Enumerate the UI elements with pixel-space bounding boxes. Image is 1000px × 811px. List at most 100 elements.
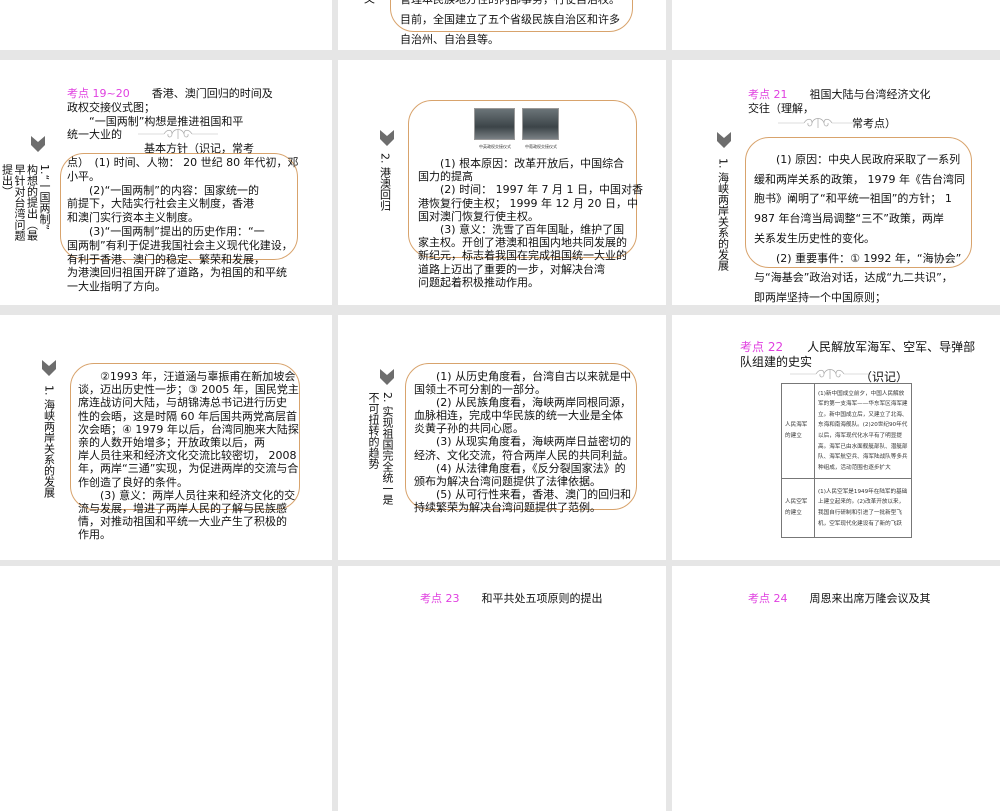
slide-thumbnail[interactable]: 2. 港澳回归 中英政权交接仪式 中葡政权交接仪式 (1) 根本原因：改革开放后…	[338, 60, 666, 305]
table-row-header: 人民海军的建立	[781, 383, 815, 479]
slide-title: 考点 24 周恩来出席万隆会议及其	[748, 592, 931, 606]
text-line: 血脉相连，完成中华民族的统一大业是全体	[414, 409, 623, 423]
slide-body: 考点 19~20 香港、澳门回归的时间及 政权交接仪式图； “一国两制”构想是推进…	[67, 87, 299, 294]
text-line: 性的会晤，这是时隔 60 年后国共两党高层首	[78, 409, 297, 423]
text-line: (4) 从法律角度看，《反分裂国家法》的	[414, 461, 626, 475]
text-line: 自治州、自治县等。	[400, 33, 499, 46]
text-line: 作创造了良好的条件。	[78, 475, 188, 489]
text-line: 统一大业的	[67, 128, 122, 142]
text-line: (3) 意义：两岸人员往来和经济文化的交	[78, 488, 296, 502]
slide-body: ②1993 年，汪道涵与辜振甫在新加坡会 谈，迈出历史性一步；③ 2005 年，国…	[78, 370, 299, 542]
slide-thumbnail[interactable]: 考点 22 人民解放军海军、空军、导弹部 队组建的史实 （识记） 人民海军的建立 …	[672, 315, 1000, 560]
text-line: (2) 从民族角度看，海峡两岸同根同源，	[414, 396, 632, 410]
vertical-heading: 1.“一国两制” 构想的提出（最 早针对台湾问题 提出）	[0, 164, 52, 241]
text-line: 国对澳门恢复行使主权。	[418, 209, 539, 223]
text-line: 2. 港澳回归	[378, 153, 392, 211]
text-line: 管理本民族地方性的内部事务，行使自治权。	[400, 0, 620, 10]
chevron-down-icon	[717, 132, 731, 148]
text-line: 谈，迈出历史性一步；③ 2005 年，国民党主	[78, 383, 299, 397]
text-line: 考点 22 人民解放军海军、空军、导弹部	[740, 340, 975, 355]
slide-thumbnail[interactable]	[0, 566, 332, 811]
text-line: (3) 意义：洗雪了百年国耻，维护了国	[418, 223, 625, 237]
text-line: (2)“一国两制”的内容：国家统一的	[67, 183, 259, 197]
slide-thumbnail[interactable]: 1.“一国两制” 构想的提出（最 早针对台湾问题 提出） 考点 19~20 香港、澳门…	[0, 60, 332, 305]
vertical-heading: 义	[362, 0, 376, 4]
text-line: 家主权。开创了港澳和祖国内地共同发展的	[418, 236, 627, 250]
slide-thumbnail[interactable]: 考点 21 祖国大陆与台湾经济文化 交往（理解， 常考点） 1. 海峡两岸关系的发…	[672, 60, 1000, 305]
text-line: 港恢复行使主权； 1999 年 12 月 20 日，中	[418, 196, 638, 210]
slide-body: (1) 根本原因：改革开放后，中国综合 国力的提高 (2) 时间： 1997 年 …	[418, 157, 643, 289]
text-line: 为港澳回归祖国开辟了道路，为祖国的和平统	[67, 266, 287, 280]
slide-thumbnail[interactable]: 考点 23 和平共处五项原则的提出	[338, 566, 666, 811]
text-line: (2) 重要事件：① 1992 年，“海协会”	[754, 251, 962, 265]
text-line: 考点 23 和平共处五项原则的提出	[420, 592, 603, 606]
text-line: 交往（理解，	[748, 101, 814, 115]
handover-ceremony-photo	[474, 108, 515, 140]
text-line: 颁布为解决台湾问题提供了法律依据。	[414, 474, 601, 488]
text-line: 国两制”有利于促进我国社会主义现代化建设，	[67, 238, 293, 252]
text-line: 缓和两岸关系的政策， 1979 年《告台湾同	[754, 172, 965, 186]
text-line: (5) 从可行性来看，香港、澳门的回归和	[414, 487, 632, 501]
text-line: 早针对台湾问题	[13, 164, 26, 241]
slide-thumbnail[interactable]: 2. 实现祖国完全统一是 不可扭转的趋势 (1) 从历史角度看，台湾自古以来就是中…	[338, 315, 666, 560]
text-line: 政权交接仪式图；	[67, 100, 155, 114]
text-line: 有利于香港、澳门的稳定、繁荣和发展，	[67, 252, 265, 266]
chevron-down-icon	[380, 130, 394, 146]
slide-thumbnail[interactable]	[672, 0, 1000, 50]
text-line: 岸人员往来和经济文化交流比较密切， 2008	[78, 449, 297, 463]
slide-title: 考点 22 人民解放军海军、空军、导弹部 队组建的史实	[740, 340, 975, 370]
exam-point-label: 考点 24	[748, 592, 788, 605]
vertical-heading: 2. 港澳回归	[378, 153, 392, 211]
text-line: 和澳门实行资本主义制度。	[67, 211, 199, 225]
text-line: 国领土不可分割的一部分。	[414, 383, 546, 397]
text-line: 胞书》阐明了“和平统一祖国”的方针； 1	[754, 192, 952, 206]
text-line: 经济、文化交流，符合两岸人民的共同利益。	[414, 448, 634, 462]
exam-point-label: 考点 23	[420, 592, 460, 605]
text-line: 不可扭转的趋势	[367, 392, 380, 469]
photo-caption: 中葡政权交接仪式	[525, 144, 557, 149]
text-line: 持续繁荣为解决台湾问题提供了范例。	[414, 500, 601, 514]
exam-point-label: 考点 22	[740, 340, 784, 354]
chevron-down-icon	[31, 136, 45, 152]
exam-point-label: 考点 19~20	[67, 87, 130, 100]
slide-thumbnail[interactable]: 义 管理本民族地方性的内部事务，行使自治权。目前，全国建立了五个省级民族自治区和…	[338, 0, 666, 50]
table-row: 人民空军的建立 (1)人民空军是1949年在陆军的基础上建立起来的。(2)改革开…	[781, 478, 912, 538]
chevron-down-icon	[42, 360, 56, 376]
text-line: (3) 从现实角度看，海峡两岸日益密切的	[414, 435, 632, 449]
history-table: 人民海军的建立 (1)新中国成立前夕，中国人民解放军的第一支海军——华东军区海军…	[781, 383, 912, 538]
text-line: 问题起着积极推动作用。	[418, 275, 539, 289]
chevron-down-icon	[380, 369, 394, 385]
text-line: (1) 根本原因：改革开放后，中国综合	[418, 157, 625, 170]
slide-thumbnail[interactable]	[0, 0, 332, 50]
slide-body: (1) 从历史角度看，台湾自古以来就是中 国领土不可分割的一部分。 (2) 从民族…	[414, 370, 634, 514]
text-line: 席连战访问大陆，与胡锦涛总书记进行历史	[78, 396, 287, 410]
text-line: 点） (1) 时间、人物： 20 世纪 80 年代初，邓	[67, 155, 299, 169]
text-line: 提出）	[0, 164, 14, 197]
text-line: (3)“一国两制”提出的历史作用：“一	[67, 224, 265, 238]
exam-point-label: 考点 21	[748, 88, 788, 101]
text-line: “一国两制”构想是推进祖国和平	[67, 114, 244, 128]
ornament-divider-icon	[778, 117, 858, 129]
text-line: 一大业指明了方向。	[67, 280, 166, 294]
text-line: 小平。	[67, 169, 100, 183]
text-line: 新纪元，标志着我国在完成祖国统一大业的	[418, 249, 627, 263]
text-line: 987 年台湾当局调整“三不”政策，两岸	[754, 212, 944, 226]
vertical-heading: 1. 海峡两岸关系的发展	[42, 385, 56, 498]
table-cell: (1)新中国成立前夕，中国人民解放军的第一支海军——华东军区海军建立。新中国成立…	[814, 383, 912, 479]
title-text: 香港、澳门回归的时间及	[129, 87, 273, 100]
slide-thumbnail[interactable]: 1. 海峡两岸关系的发展 ②1993 年，汪道涵与辜振甫在新加坡会 谈，迈出历史性…	[0, 315, 332, 560]
text-line: (2) 时间： 1997 年 7 月 1 日，中国对香	[418, 183, 644, 197]
text-line: 构想的提出（最	[25, 164, 39, 241]
slide-body: 管理本民族地方性的内部事务，行使自治权。目前，全国建立了五个省级民族自治区和许多…	[400, 0, 620, 50]
photo-caption: 中英政权交接仪式	[479, 144, 511, 149]
text-line: 考点 19~20 香港、澳门回归的时间及	[67, 87, 299, 101]
text-line: 道路上迈出了重要的一步，对解决台湾	[418, 262, 605, 276]
text-line: 作用。	[78, 528, 111, 542]
slide-title: 考点 21 祖国大陆与台湾经济文化 交往（理解，	[748, 88, 931, 116]
ornament-divider-icon	[790, 368, 870, 380]
title-text: 祖国大陆与台湾经济文化	[787, 88, 931, 101]
title-text: 人民解放军海军、空军、导弹部	[783, 340, 976, 354]
slide-thumbnail[interactable]: 考点 24 周恩来出席万隆会议及其	[672, 566, 1000, 811]
table-row-header: 人民空军的建立	[781, 478, 815, 538]
text-line: 2. 实现祖国完全统一是	[381, 392, 394, 505]
